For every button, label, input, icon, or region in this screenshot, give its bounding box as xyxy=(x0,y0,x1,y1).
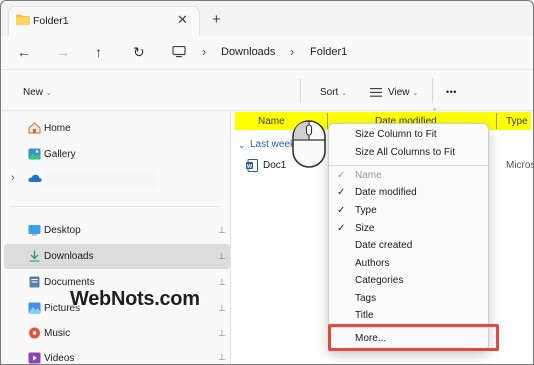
column-separator[interactable] xyxy=(496,113,497,129)
back-button[interactable]: ← xyxy=(17,44,31,60)
pictures-icon xyxy=(28,302,41,314)
sidebar-item-label: Documents xyxy=(44,276,95,288)
sort-label: Sort xyxy=(320,87,339,98)
annotation-highlight-box xyxy=(328,324,499,351)
refresh-button[interactable]: ↻ xyxy=(133,44,145,61)
pin-icon: ⊥ xyxy=(218,328,226,338)
toolbar-divider xyxy=(300,79,301,103)
menu-item-size-column-to-fit[interactable]: Size Column to Fit xyxy=(355,129,437,140)
sidebar-item-home[interactable]: Home xyxy=(28,118,71,138)
svg-text:W: W xyxy=(247,164,253,170)
toolbar-divider xyxy=(432,79,433,103)
sidebar-item-videos[interactable]: Videos xyxy=(28,348,74,365)
sidebar-item-music[interactable]: Music xyxy=(28,323,70,343)
menu-item-size[interactable]: Size xyxy=(355,223,374,234)
menu-item-date-created[interactable]: Date created xyxy=(355,240,412,251)
tab-title: Folder1 xyxy=(33,15,69,27)
chevron-down-icon: ⌄ xyxy=(412,90,419,97)
redacted-account-name xyxy=(44,171,156,187)
downloads-icon xyxy=(28,250,41,262)
sidebar-item-onedrive[interactable] xyxy=(28,169,44,189)
videos-icon xyxy=(28,352,41,364)
sidebar-divider xyxy=(10,206,220,207)
view-label: View xyxy=(388,87,410,98)
sidebar-item-label: Downloads xyxy=(44,250,94,262)
sidebar-item-gallery[interactable]: Gallery xyxy=(28,144,76,164)
breadcrumb-separator: › xyxy=(290,44,295,59)
menu-item-date-modified[interactable]: Date modified xyxy=(355,187,417,198)
file-type: Micros xyxy=(506,160,534,171)
sidebar-item-desktop[interactable]: Desktop xyxy=(28,220,81,240)
forward-button[interactable]: → xyxy=(56,44,70,60)
sidebar-item-label: Desktop xyxy=(44,224,81,236)
documents-icon xyxy=(28,276,41,288)
column-header-type[interactable]: Type xyxy=(506,116,528,127)
up-button[interactable]: ↑ xyxy=(95,44,102,60)
sidebar-item-label: Music xyxy=(44,327,71,339)
view-icon xyxy=(370,88,382,100)
sidebar-item-label: Videos xyxy=(44,352,75,364)
home-icon xyxy=(28,122,41,134)
desktop-icon xyxy=(28,224,41,236)
watermark-logo: WebNots.com xyxy=(70,288,200,310)
chevron-down-icon: ⌄ xyxy=(45,90,52,97)
check-icon: ✓ xyxy=(337,170,346,181)
sort-indicator-icon: ⌄ xyxy=(432,106,438,112)
pin-icon: ⊥ xyxy=(218,303,226,313)
sidebar-item-downloads[interactable]: Downloads xyxy=(28,246,93,266)
onedrive-icon xyxy=(28,173,42,185)
word-document-icon: W xyxy=(246,159,258,175)
pin-icon: ⊥ xyxy=(218,225,226,235)
gallery-icon xyxy=(28,148,41,160)
menu-separator xyxy=(329,165,488,166)
sidebar-item-label: Home xyxy=(44,122,71,134)
breadcrumb-folder1[interactable]: Folder1 xyxy=(310,46,347,58)
breadcrumb-separator: › xyxy=(202,44,207,59)
menu-item-tags[interactable]: Tags xyxy=(355,293,376,304)
menu-item-categories[interactable]: Categories xyxy=(355,275,403,286)
new-tab-button[interactable]: + xyxy=(212,11,221,28)
new-label: New xyxy=(23,87,44,98)
expand-chevron-icon[interactable]: › xyxy=(11,172,15,184)
folder-icon xyxy=(16,14,30,28)
pin-icon: ⊥ xyxy=(218,251,226,261)
menu-item-size-all-columns[interactable]: Size All Columns to Fit xyxy=(355,147,455,158)
new-button[interactable]: New ⌄ xyxy=(23,87,52,98)
file-name[interactable]: Doc1 xyxy=(263,160,286,171)
check-icon: ✓ xyxy=(337,187,346,198)
pin-icon: ⊥ xyxy=(218,352,226,362)
sidebar-item-label: Gallery xyxy=(44,148,76,160)
chevron-down-icon: ⌄ xyxy=(341,90,347,97)
view-button[interactable]: View ⌄ xyxy=(388,87,418,98)
group-header[interactable]: Last week xyxy=(250,139,295,150)
music-icon xyxy=(28,327,41,339)
menu-item-authors[interactable]: Authors xyxy=(355,258,389,269)
close-tab-icon[interactable]: ✕ xyxy=(177,12,188,28)
menu-item-type[interactable]: Type xyxy=(355,205,377,216)
more-options-button[interactable]: ••• xyxy=(446,87,457,97)
check-icon: ✓ xyxy=(337,205,346,216)
column-header-name[interactable]: Name xyxy=(258,116,285,127)
menu-item-name[interactable]: Name xyxy=(355,170,382,181)
menu-item-title[interactable]: Title xyxy=(355,310,374,321)
pin-icon: ⊥ xyxy=(218,277,226,287)
check-icon: ✓ xyxy=(337,223,346,234)
computer-icon[interactable] xyxy=(172,45,186,61)
sort-button[interactable]: Sort ⌄ xyxy=(320,87,347,98)
group-collapse-icon[interactable]: ⌄ xyxy=(238,140,246,151)
breadcrumb-downloads[interactable]: Downloads xyxy=(221,46,275,58)
mouse-icon xyxy=(292,120,326,171)
